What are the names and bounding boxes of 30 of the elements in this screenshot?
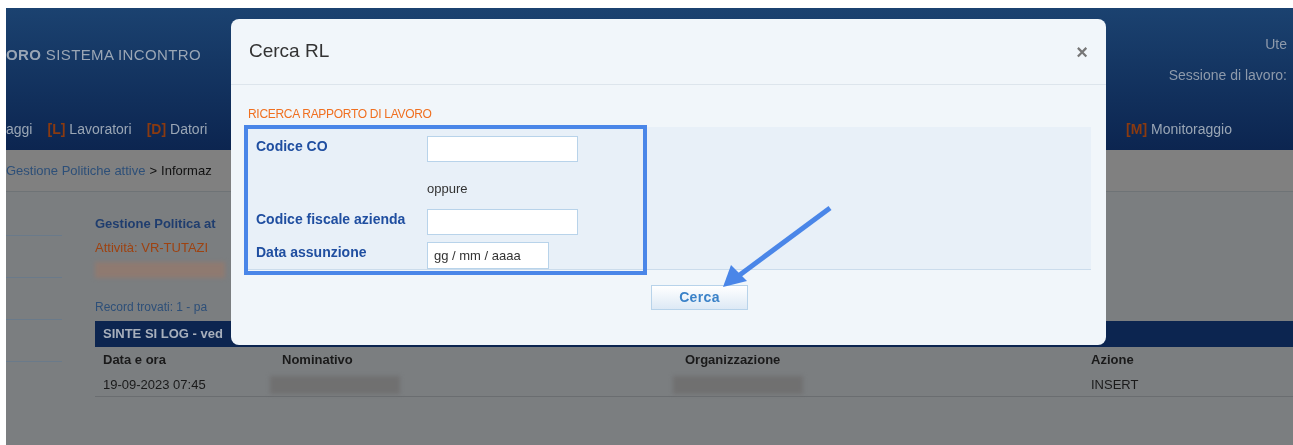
- table-cell: 19-09-2023 07:45: [103, 376, 206, 392]
- field-label: Codice CO: [256, 137, 329, 156]
- close-button[interactable]: ×: [1076, 41, 1088, 62]
- breadcrumb-separator: >: [149, 161, 158, 180]
- field-label: Data assunzione: [256, 242, 368, 262]
- input-field[interactable]: [427, 208, 578, 235]
- records-label: Record trovati: 1 - pa: [95, 299, 208, 316]
- field-label: Codice fiscale azienda: [256, 209, 407, 229]
- input-field[interactable]: [427, 136, 578, 162]
- column-header: Azione: [1091, 352, 1134, 368]
- nav-link[interactable]: [L] Lavoratori: [47, 119, 132, 140]
- nav-link[interactable]: [D] Datori: [146, 119, 208, 140]
- search-button[interactable]: Cerca: [651, 285, 748, 310]
- activity-label: Attività: VR-TUTAZI: [95, 238, 209, 257]
- content-title: Gestione Politica at: [95, 215, 216, 233]
- brand-title: ORO SISTEMA INCONTRO: [6, 45, 202, 65]
- table-cell: INSERT: [1091, 376, 1139, 392]
- column-header: Data e ora: [103, 352, 166, 368]
- column-header: Nominativo: [282, 352, 353, 368]
- breadcrumb-current: Informaz: [161, 161, 212, 180]
- oppure-label: oppure: [427, 180, 469, 198]
- dialog-title: Cerca RL: [249, 39, 330, 64]
- date-field[interactable]: gg / mm / aaaa: [427, 241, 549, 269]
- section-title: RICERCA RAPPORTO DI LAVORO: [248, 106, 433, 123]
- user-label: Ute: [1265, 35, 1287, 54]
- session-label: Sessione di lavoro:: [1168, 66, 1287, 85]
- nav-link[interactable]: aggi: [6, 119, 33, 140]
- column-header: Organizzazione: [685, 352, 781, 368]
- arrow-icon: [721, 205, 833, 289]
- nav-link[interactable]: [M] Monitoraggio: [1126, 119, 1232, 140]
